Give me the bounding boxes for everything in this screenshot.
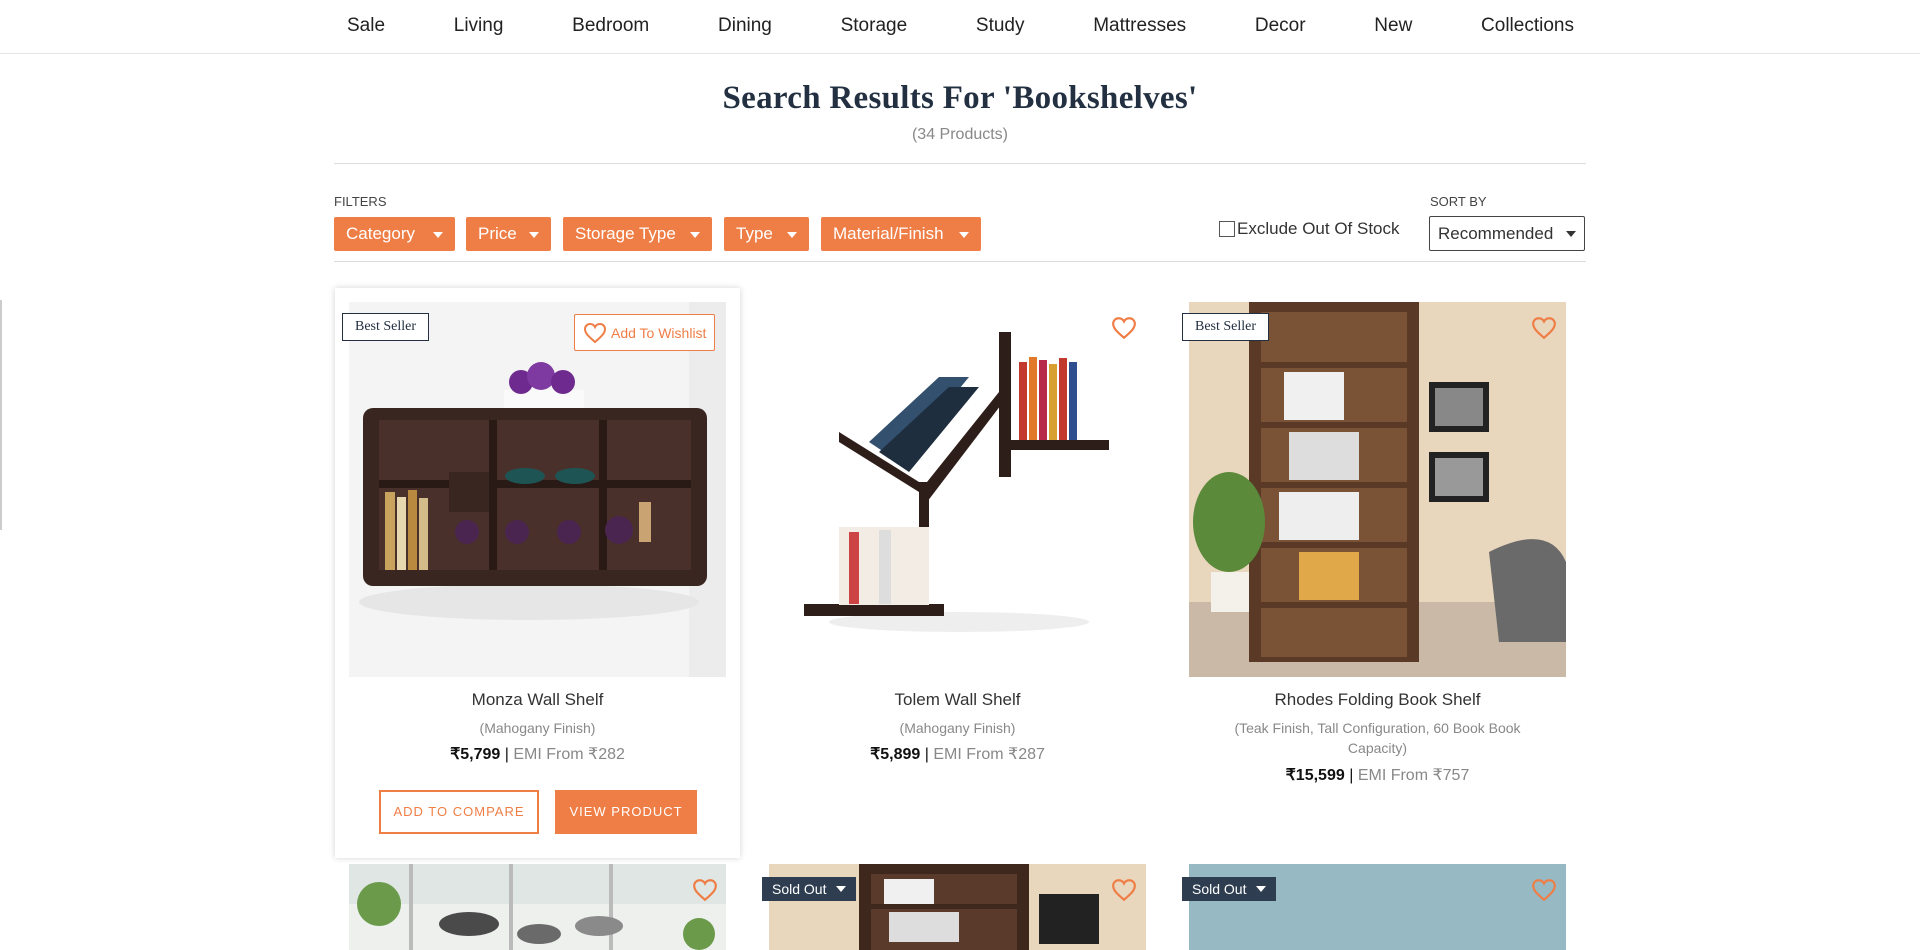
product-image[interactable] xyxy=(349,864,726,950)
caret-down-icon xyxy=(433,232,443,238)
wishlist-heart-icon[interactable] xyxy=(1531,878,1557,902)
sort-selected-value: Recommended xyxy=(1438,224,1554,243)
view-product-button[interactable]: VIEW PRODUCT xyxy=(555,790,697,834)
price-separator: | xyxy=(1349,767,1358,784)
sold-out-label: Sold Out xyxy=(772,881,827,897)
divider xyxy=(334,163,1586,164)
checkbox-icon[interactable] xyxy=(1219,221,1235,237)
product-price: ₹5,799 | EMI From ₹282 xyxy=(335,744,740,764)
product-image[interactable] xyxy=(769,302,1146,677)
filter-type-button[interactable]: Type xyxy=(724,217,809,251)
caret-down-icon xyxy=(529,232,539,238)
wishlist-heart-icon[interactable] xyxy=(692,878,718,902)
filter-label: Price xyxy=(478,224,517,243)
product-name[interactable]: Rhodes Folding Book Shelf xyxy=(1175,690,1580,710)
wishlist-heart-icon[interactable] xyxy=(1111,316,1137,340)
sold-out-label: Sold Out xyxy=(1192,881,1247,897)
product-name[interactable]: Monza Wall Shelf xyxy=(335,690,740,710)
tolem-shelf-image xyxy=(769,302,1146,677)
nav-item-sale[interactable]: Sale xyxy=(347,0,385,52)
sort-select[interactable]: Recommended xyxy=(1429,216,1585,251)
wishlist-heart-icon[interactable] xyxy=(1531,316,1557,340)
wishlist-label: Add To Wishlist xyxy=(611,324,707,341)
nav-item-decor[interactable]: Decor xyxy=(1255,0,1306,52)
sold-out-badge[interactable]: Sold Out xyxy=(762,877,857,901)
emi-text: EMI From ₹287 xyxy=(933,746,1045,763)
nav-item-collections[interactable]: Collections xyxy=(1481,0,1574,52)
filter-storage-type-button[interactable]: Storage Type xyxy=(563,217,712,251)
wishlist-heart-icon[interactable] xyxy=(1111,878,1137,902)
sold-out-badge[interactable]: Sold Out xyxy=(1182,877,1277,901)
rhodes-bookshelf-image xyxy=(1189,302,1566,677)
price-value: ₹15,599 xyxy=(1285,767,1345,784)
nav-item-mattresses[interactable]: Mattresses xyxy=(1093,0,1186,52)
exclude-out-of-stock-checkbox[interactable]: Exclude Out Of Stock xyxy=(1219,219,1400,239)
nav-item-dining[interactable]: Dining xyxy=(718,0,772,52)
page-title: Search Results For 'Bookshelves' xyxy=(722,80,1198,116)
filter-category-button[interactable]: Category xyxy=(334,217,455,251)
product-finish: (Teak Finish, Tall Configuration, 60 Boo… xyxy=(1234,720,1521,756)
price-value: ₹5,899 xyxy=(870,746,921,763)
filter-label: Material/Finish xyxy=(833,224,944,243)
divider xyxy=(334,261,1586,262)
emi-text: EMI From ₹757 xyxy=(1357,767,1470,784)
product-name[interactable]: Tolem Wall Shelf xyxy=(755,690,1160,710)
product-price: ₹5,899 | EMI From ₹287 xyxy=(755,744,1160,764)
sort-label: Sort By xyxy=(1430,194,1487,209)
filter-label: Category xyxy=(346,224,415,243)
exclude-label: Exclude Out Of Stock xyxy=(1237,219,1400,238)
filter-price-button[interactable]: Price xyxy=(466,217,551,251)
emi-text: EMI From ₹282 xyxy=(513,746,625,763)
caret-down-icon xyxy=(787,232,797,238)
nav-item-bedroom[interactable]: Bedroom xyxy=(572,0,649,52)
plants-shelf-image xyxy=(349,864,726,950)
add-to-wishlist-button[interactable]: Add To Wishlist xyxy=(574,314,716,351)
caret-down-icon xyxy=(959,232,969,238)
caret-down-icon xyxy=(1256,886,1267,892)
product-finish: (Mahogany Finish) xyxy=(899,720,1016,736)
heart-icon xyxy=(583,322,607,343)
nav-item-storage[interactable]: Storage xyxy=(841,0,908,52)
product-image[interactable] xyxy=(1189,302,1566,677)
add-to-compare-button[interactable]: ADD TO COMPARE xyxy=(379,790,539,834)
filter-label: Type xyxy=(736,224,773,243)
product-image[interactable] xyxy=(349,302,726,677)
best-seller-badge: Best Seller xyxy=(1182,313,1270,341)
nav-item-living[interactable]: Living xyxy=(454,0,504,52)
side-edge-tab[interactable] xyxy=(0,300,2,530)
caret-down-icon xyxy=(1566,231,1576,237)
best-seller-badge: Best Seller xyxy=(342,313,430,341)
caret-down-icon xyxy=(690,232,700,238)
top-navigation: Sale Living Bedroom Dining Storage Study… xyxy=(0,0,1920,54)
nav-item-new[interactable]: New xyxy=(1374,0,1412,52)
price-value: ₹5,799 xyxy=(450,746,501,763)
filter-material-finish-button[interactable]: Material/Finish xyxy=(821,217,981,251)
product-price: ₹15,599 | EMI From ₹757 xyxy=(1175,765,1580,785)
nav-item-study[interactable]: Study xyxy=(976,0,1025,52)
filters-label: Filters xyxy=(334,194,387,209)
product-finish: (Mahogany Finish) xyxy=(479,720,596,736)
filter-label: Storage Type xyxy=(575,224,676,243)
product-count: (34 Products) xyxy=(911,126,1009,143)
caret-down-icon xyxy=(836,886,847,892)
wall-shelf-image xyxy=(349,302,726,677)
